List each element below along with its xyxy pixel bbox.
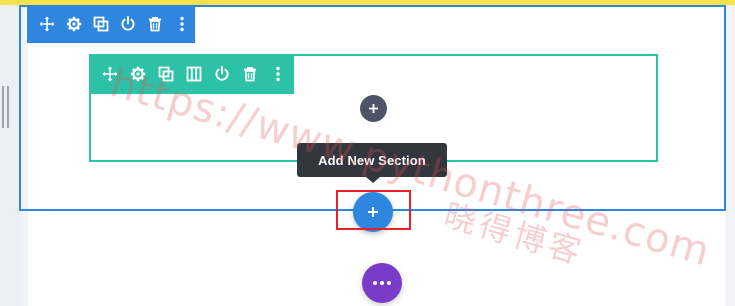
section-duplicate-button[interactable] — [88, 5, 115, 43]
section-delete-button[interactable] — [141, 5, 168, 43]
resize-grip-icon[interactable] — [2, 86, 10, 128]
section-move-button[interactable] — [34, 5, 61, 43]
builder-canvas: Add New Section https://www.pythonthree.… — [0, 0, 735, 306]
power-icon — [215, 66, 229, 81]
section-more-options-button[interactable] — [168, 5, 195, 43]
more-horizontal-icon — [373, 281, 391, 285]
page-settings-more-button[interactable] — [362, 263, 402, 303]
left-edge-strip — [0, 0, 20, 306]
plus-icon — [369, 104, 378, 113]
trash-icon — [148, 16, 161, 32]
duplicate-icon — [93, 16, 109, 32]
row-more-options-button[interactable] — [264, 54, 292, 94]
more-vertical-icon — [276, 66, 280, 82]
section-settings-button[interactable] — [61, 5, 88, 43]
add-module-button[interactable] — [360, 95, 387, 122]
section-toolbar — [27, 5, 195, 43]
more-vertical-icon — [179, 16, 184, 32]
power-icon — [121, 16, 135, 31]
section-disable-button[interactable] — [114, 5, 141, 43]
move-icon — [39, 16, 55, 32]
trash-icon — [244, 66, 256, 82]
highlight-box — [336, 190, 411, 230]
gear-icon — [67, 16, 82, 32]
row-delete-button[interactable] — [236, 54, 264, 94]
